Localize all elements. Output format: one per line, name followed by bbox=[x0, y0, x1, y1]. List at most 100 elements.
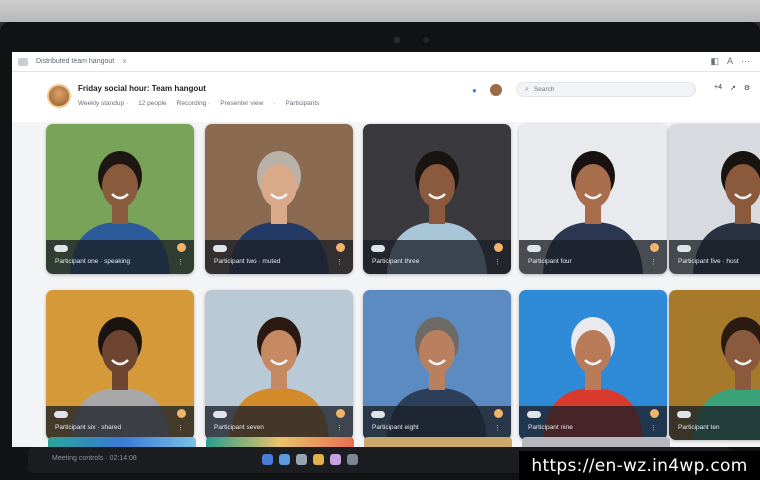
mic-status-icon[interactable] bbox=[54, 245, 68, 252]
meta-item: Recording · bbox=[176, 100, 211, 107]
screen-share-icon[interactable] bbox=[296, 454, 307, 465]
mic-status-icon[interactable] bbox=[371, 245, 385, 252]
reaction-icon[interactable] bbox=[336, 243, 345, 252]
meta-item[interactable]: 12 people bbox=[138, 100, 167, 107]
reaction-icon[interactable] bbox=[650, 243, 659, 252]
next-row-preview bbox=[42, 437, 742, 447]
participant-face bbox=[575, 164, 611, 208]
reaction-icon[interactable] bbox=[336, 409, 345, 418]
watermark-url: https://en-wz.in4wp.com bbox=[519, 451, 760, 480]
meta-item: Weekly standup · bbox=[78, 100, 129, 107]
more-options-icon[interactable] bbox=[347, 454, 358, 465]
laptop-top-bezel bbox=[0, 0, 760, 22]
participant-name: Participant four bbox=[528, 258, 572, 265]
mic-status-icon[interactable] bbox=[527, 245, 541, 252]
tile-caption-bar bbox=[46, 240, 194, 274]
participant-face bbox=[575, 330, 611, 374]
tile-caption-bar bbox=[205, 240, 353, 274]
participant-count[interactable]: +4 bbox=[714, 84, 722, 92]
host-avatar[interactable] bbox=[490, 84, 502, 96]
tile-caption-bar bbox=[519, 240, 667, 274]
tile-menu-icon[interactable]: ⋮ bbox=[650, 424, 657, 432]
user-avatar[interactable] bbox=[47, 84, 71, 108]
header-actions: +4 ↗ ⚙ bbox=[714, 84, 750, 92]
tile-menu-icon[interactable]: ⋮ bbox=[494, 258, 501, 266]
tile-menu-icon[interactable]: ⋮ bbox=[494, 424, 501, 432]
reactions-icon[interactable] bbox=[330, 454, 341, 465]
chat-icon[interactable] bbox=[313, 454, 324, 465]
participant-name: Participant one · speaking bbox=[55, 258, 131, 265]
participant-name: Participant nine bbox=[528, 424, 573, 431]
browser-tab-bar: Distributed team hangout × ◧ A ⋯ bbox=[12, 52, 760, 72]
participant-face bbox=[419, 330, 455, 374]
video-tile-participant-5[interactable]: Participant five · host⋮ bbox=[669, 124, 760, 274]
video-tile-participant-2[interactable]: Participant two · muted ⋮ bbox=[205, 124, 353, 274]
video-tile-participant-9[interactable]: Participant nine ⋮ bbox=[519, 290, 667, 440]
mic-button-icon[interactable] bbox=[262, 454, 273, 465]
reaction-icon[interactable] bbox=[177, 243, 186, 252]
tab-close-icon[interactable]: × bbox=[122, 57, 127, 66]
camera-button-icon[interactable] bbox=[279, 454, 290, 465]
video-tile-participant-1[interactable]: Participant one · speaking ⋮ bbox=[46, 124, 194, 274]
live-indicator-icon: ● bbox=[472, 86, 477, 95]
mic-status-icon[interactable] bbox=[54, 411, 68, 418]
meta-item[interactable]: Participants bbox=[285, 100, 319, 107]
meta-item[interactable]: Presenter view bbox=[220, 100, 263, 107]
participant-name: Participant five · host bbox=[678, 258, 739, 265]
search-icon: ⌕ bbox=[525, 85, 529, 93]
mic-status-icon[interactable] bbox=[677, 411, 691, 418]
search-input[interactable]: ⌕ Search bbox=[516, 82, 696, 97]
mic-status-icon[interactable] bbox=[527, 411, 541, 418]
participant-face bbox=[261, 330, 297, 374]
video-tile-participant-6[interactable]: Participant six · shared ⋮ bbox=[46, 290, 194, 440]
participant-face bbox=[261, 164, 297, 208]
participant-name: Participant six · shared bbox=[55, 424, 122, 431]
mic-status-icon[interactable] bbox=[213, 245, 227, 252]
meeting-header: Friday social hour: Team hangout Weekly … bbox=[12, 72, 760, 122]
settings-icon[interactable]: ⚙ bbox=[744, 84, 750, 92]
video-tile-participant-10[interactable]: Participant ten⋮ bbox=[669, 290, 760, 440]
participant-face bbox=[102, 330, 138, 374]
reaction-icon[interactable] bbox=[494, 243, 503, 252]
laptop-screen: Distributed team hangout × ◧ A ⋯ Friday … bbox=[12, 52, 760, 447]
video-tile-participant-4[interactable]: Participant four ⋮ bbox=[519, 124, 667, 274]
video-tile-participant-8[interactable]: Participant eight ⋮ bbox=[363, 290, 511, 440]
video-tile-participant-7[interactable]: Participant seven ⋮ bbox=[205, 290, 353, 440]
tile-menu-icon[interactable]: ⋮ bbox=[336, 424, 343, 432]
tile-caption-bar bbox=[363, 406, 511, 440]
video-tile-participant-3[interactable]: Participant three ⋮ bbox=[363, 124, 511, 274]
mic-status-icon[interactable] bbox=[677, 245, 691, 252]
browser-tab[interactable]: Distributed team hangout bbox=[36, 58, 114, 65]
meeting-meta: Weekly standup · 12 people Recording · P… bbox=[78, 100, 319, 107]
control-buttons bbox=[262, 454, 358, 465]
meeting-title: Friday social hour: Team hangout bbox=[78, 84, 206, 93]
tab-favicon-icon bbox=[18, 57, 28, 66]
participant-face bbox=[725, 330, 760, 374]
window-icon[interactable]: ◧ bbox=[710, 56, 719, 67]
tile-menu-icon[interactable]: ⋮ bbox=[336, 258, 343, 266]
font-icon[interactable]: A bbox=[727, 56, 733, 67]
mic-status-icon[interactable] bbox=[213, 411, 227, 418]
tile-caption-bar bbox=[205, 406, 353, 440]
tile-menu-icon[interactable]: ⋮ bbox=[650, 258, 657, 266]
participant-name: Participant eight bbox=[372, 424, 419, 431]
tile-caption-bar bbox=[363, 240, 511, 274]
reaction-icon[interactable] bbox=[650, 409, 659, 418]
reaction-icon[interactable] bbox=[177, 409, 186, 418]
tile-menu-icon[interactable]: ⋮ bbox=[177, 258, 184, 266]
participant-name: Participant three bbox=[372, 258, 420, 265]
participant-face bbox=[102, 164, 138, 208]
search-placeholder: Search bbox=[533, 86, 555, 93]
share-icon[interactable]: ↗ bbox=[730, 84, 736, 92]
webcam-icon bbox=[393, 36, 401, 44]
participant-face bbox=[419, 164, 455, 208]
participant-name: Participant seven bbox=[214, 424, 264, 431]
meta-item: · bbox=[273, 100, 276, 107]
browser-toolbar-icons: ◧ A ⋯ bbox=[710, 56, 750, 67]
tile-menu-icon[interactable]: ⋮ bbox=[177, 424, 184, 432]
reaction-icon[interactable] bbox=[494, 409, 503, 418]
menu-icon[interactable]: ⋯ bbox=[741, 56, 750, 67]
mic-status-icon[interactable] bbox=[371, 411, 385, 418]
sensor-icon bbox=[423, 37, 429, 43]
participant-face bbox=[725, 164, 760, 208]
